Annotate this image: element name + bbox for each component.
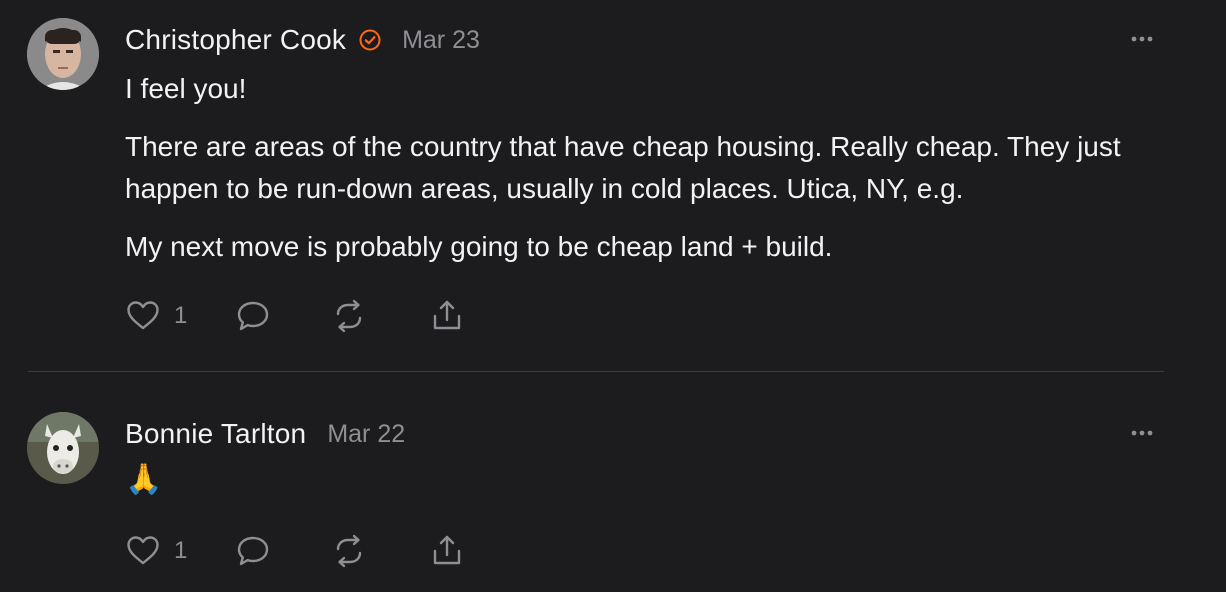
like-button[interactable]: 1 xyxy=(125,533,235,569)
more-icon[interactable] xyxy=(1126,29,1158,49)
comment-header: Bonnie Tarlton Mar 22 xyxy=(125,416,405,452)
restack-icon xyxy=(336,299,362,333)
reply-button[interactable] xyxy=(235,298,331,334)
comment-actions: 1 xyxy=(125,298,465,334)
comment: Christopher Cook Mar 23 I feel you! Ther… xyxy=(0,0,1226,372)
share-icon xyxy=(433,300,461,330)
author-name[interactable]: Bonnie Tarlton xyxy=(125,418,306,450)
comment-body: 🙏 xyxy=(125,460,1185,500)
restack-button[interactable] xyxy=(331,533,429,569)
comment-date[interactable]: Mar 23 xyxy=(402,26,480,55)
comment-icon xyxy=(237,536,269,566)
comment-body: I feel you! There are areas of the count… xyxy=(125,68,1185,268)
like-count: 1 xyxy=(174,302,188,329)
comment-paragraph: My next move is probably going to be che… xyxy=(125,231,833,262)
restack-button[interactable] xyxy=(331,298,429,334)
more-icon[interactable] xyxy=(1126,423,1158,443)
share-icon xyxy=(433,535,461,565)
comment-feed: Christopher Cook Mar 23 I feel you! Ther… xyxy=(0,0,1226,592)
comment-icon xyxy=(237,301,269,331)
heart-icon xyxy=(127,536,159,565)
comment-actions: 1 xyxy=(125,533,465,569)
verified-icon xyxy=(358,28,382,52)
share-button[interactable] xyxy=(429,533,465,569)
avatar-image xyxy=(27,18,99,90)
restack-icon xyxy=(336,534,362,568)
comment-paragraph: 🙏 xyxy=(125,463,163,496)
reply-button[interactable] xyxy=(235,533,331,569)
like-count: 1 xyxy=(174,537,188,564)
like-button[interactable]: 1 xyxy=(125,298,235,334)
comment-date[interactable]: Mar 22 xyxy=(327,420,405,449)
share-button[interactable] xyxy=(429,298,465,334)
comment-header: Christopher Cook Mar 23 xyxy=(125,22,480,58)
avatar-image xyxy=(27,412,99,484)
avatar[interactable] xyxy=(27,18,99,90)
comment-paragraph: There are areas of the country that have… xyxy=(125,131,1121,204)
heart-icon xyxy=(127,301,159,330)
avatar[interactable] xyxy=(27,412,99,484)
author-name[interactable]: Christopher Cook xyxy=(125,24,346,56)
comment-paragraph: I feel you! xyxy=(125,73,247,104)
comment: Bonnie Tarlton Mar 22 🙏 1 xyxy=(0,372,1226,592)
